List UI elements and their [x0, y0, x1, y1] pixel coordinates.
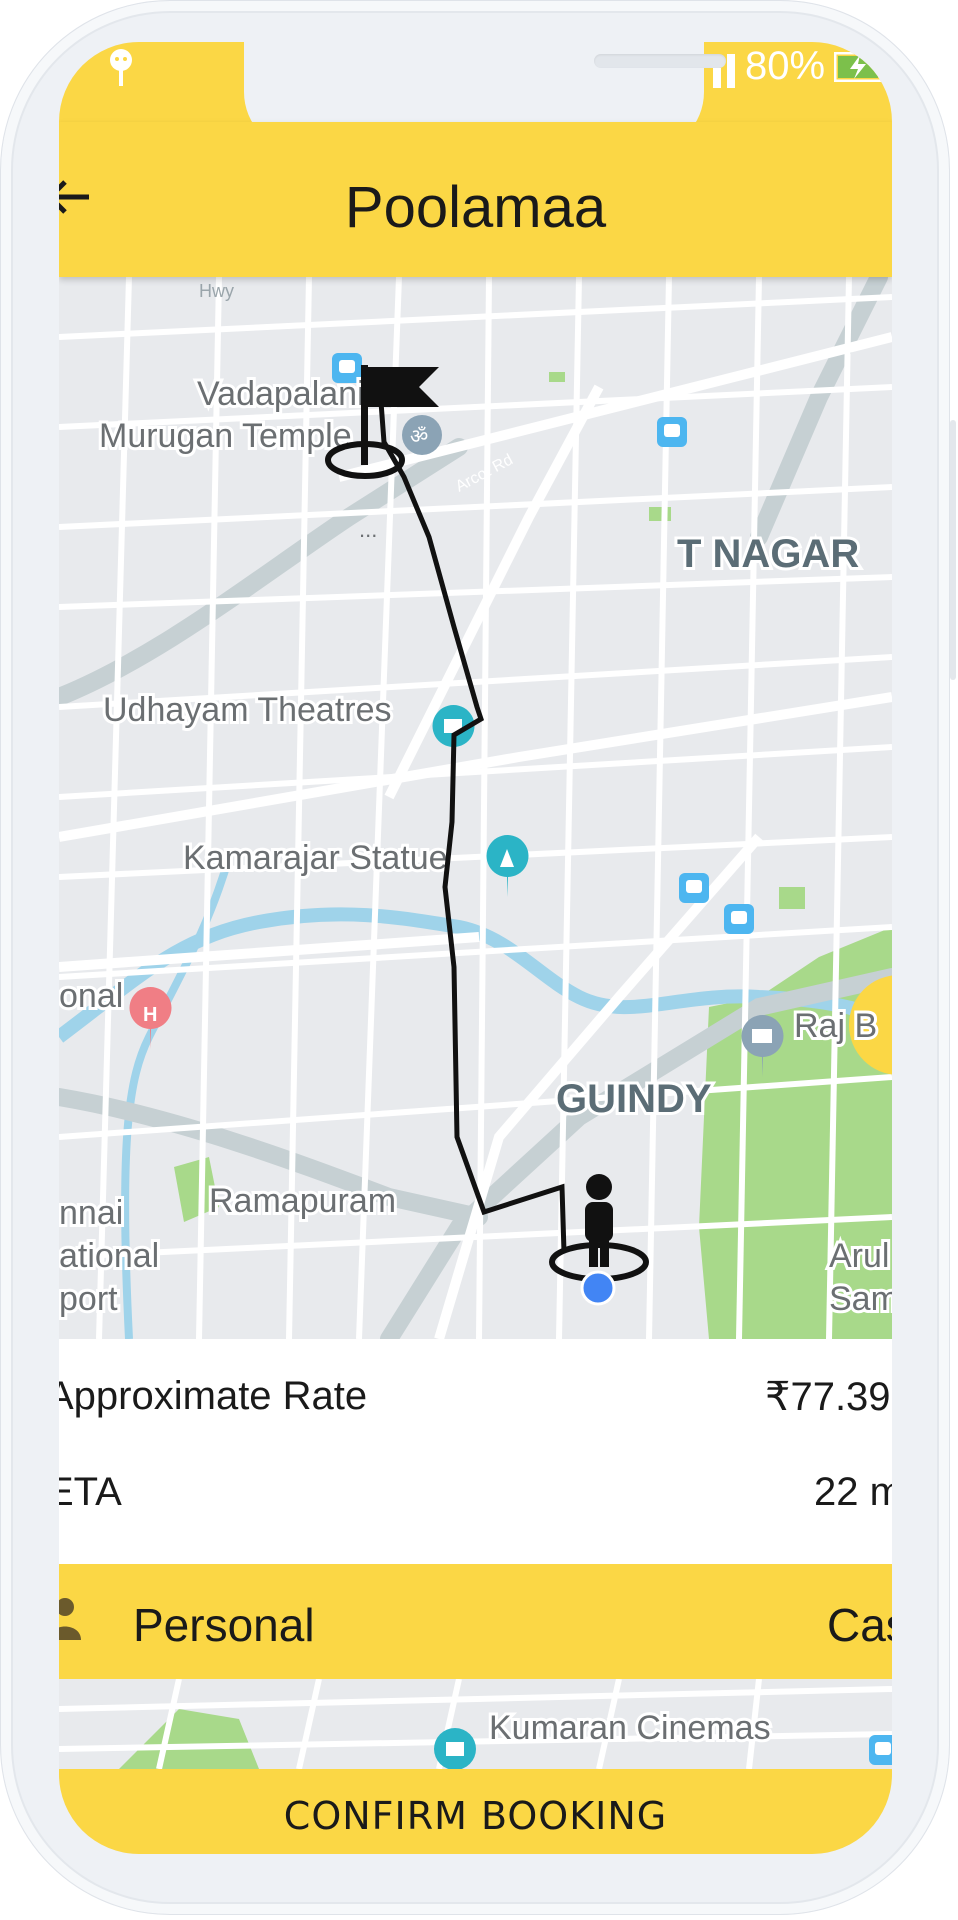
- svg-text:ॐ: ॐ: [410, 426, 428, 448]
- phone-side-button: [950, 420, 956, 680]
- battery-percent: 80%: [745, 44, 826, 88]
- app-screen: 80% Poolamaa Arcot Rd Hwy ॐ H Vadapalani…: [59, 42, 892, 1854]
- map-label: Ramapuram: [209, 1182, 396, 1220]
- rate-value: ₹77.39: [765, 1375, 891, 1419]
- notification-icon: [110, 49, 132, 86]
- map-label: Kamarajar Statue: [183, 839, 448, 877]
- eta-value: 22 mins: [814, 1470, 892, 1514]
- payment-type-label: Personal: [133, 1599, 315, 1651]
- map-label: nnai: [59, 1194, 123, 1232]
- map-label: Udhayam Theatres: [103, 691, 392, 729]
- road-label: Hwy: [199, 281, 234, 301]
- map-label: Sam: [829, 1280, 892, 1318]
- metro-station-icon: [869, 1735, 892, 1765]
- metro-station-icon: [679, 873, 709, 903]
- page-title: Poolamaa: [344, 175, 607, 240]
- map-label: Kumaran Cinemas: [489, 1709, 771, 1747]
- speaker-grille: [594, 54, 726, 68]
- payment-selector[interactable]: Personal Cash: [59, 1564, 892, 1679]
- route-map[interactable]: Arcot Rd Hwy ॐ H Vadapalani Murugan Temp…: [59, 277, 892, 1339]
- person-icon: [59, 1598, 81, 1640]
- rate-label: Approximate Rate: [59, 1374, 368, 1418]
- confirm-booking-label: CONFIRM BOOKING: [283, 1793, 668, 1838]
- payment-mode-value[interactable]: Cash: [827, 1598, 892, 1652]
- eta-row: ETA 22 mins: [59, 1458, 892, 1528]
- temple-icon: ॐ: [402, 415, 442, 455]
- battery-charging-icon: [834, 52, 889, 82]
- map-background-strip: Kumaran Cinemas: [59, 1679, 892, 1769]
- map-label: port: [59, 1280, 118, 1318]
- confirm-booking-button[interactable]: CONFIRM BOOKING: [59, 1769, 892, 1854]
- map-label: ational: [59, 1237, 159, 1275]
- svg-text:...: ...: [359, 517, 377, 542]
- map-label: GUINDY: [556, 1077, 712, 1121]
- app-bar: Poolamaa: [59, 122, 892, 277]
- map-label: Murugan Temple: [99, 417, 352, 455]
- svg-text:H: H: [143, 1004, 157, 1026]
- current-location-dot: [580, 1270, 616, 1306]
- map-label: T NAGAR: [677, 532, 859, 576]
- metro-station-icon: [724, 904, 754, 934]
- map-label: Arul: [829, 1237, 889, 1275]
- map-label: onal: [59, 977, 123, 1015]
- theatre-pin-icon: [434, 1728, 476, 1769]
- map-label: Raj B: [794, 1007, 877, 1045]
- eta-label: ETA: [59, 1470, 122, 1514]
- trip-info-panel: Approximate Rate ₹77.39 ETA 22 mins: [59, 1339, 892, 1564]
- map-label: Vadapalani: [197, 375, 365, 413]
- rate-row: Approximate Rate ₹77.39: [59, 1362, 892, 1432]
- metro-station-icon: [657, 417, 687, 447]
